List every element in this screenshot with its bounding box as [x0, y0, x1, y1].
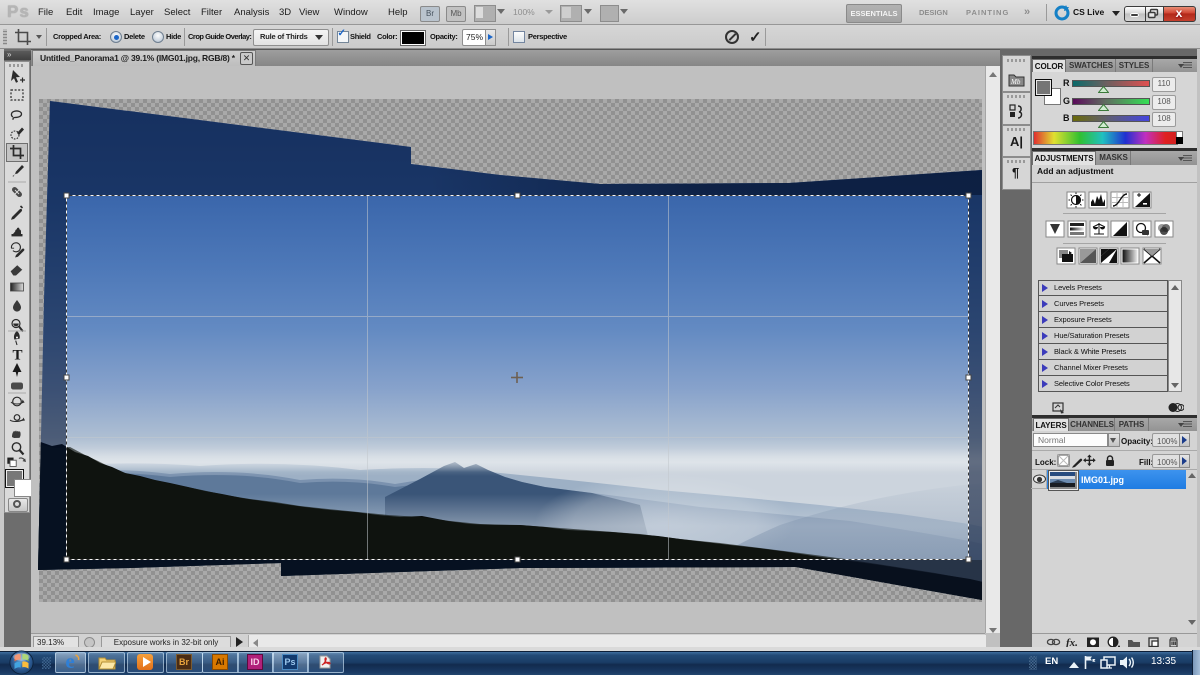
svg-text:T: T — [13, 348, 23, 364]
svg-text:Mb: Mb — [1010, 78, 1021, 86]
